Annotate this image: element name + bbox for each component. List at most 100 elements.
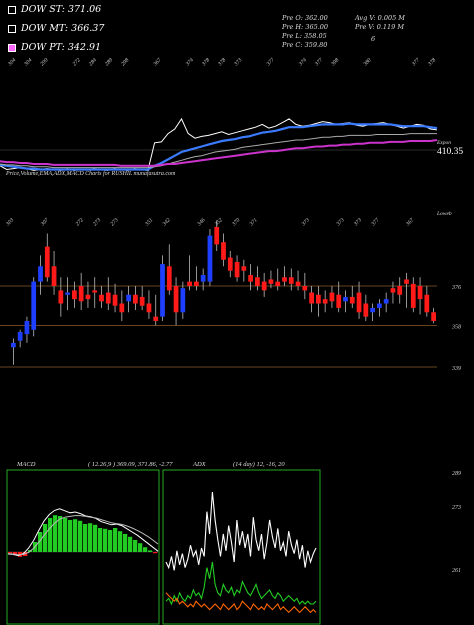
candle-body bbox=[295, 281, 301, 286]
adx-panel bbox=[162, 469, 321, 625]
adx-title: ADX bbox=[192, 461, 207, 468]
candle-body bbox=[31, 281, 37, 330]
chart-title: Price,Volume,EMA,ADX,MACD Charts for RUS… bbox=[5, 170, 176, 177]
candle-body bbox=[65, 292, 70, 295]
candle-body bbox=[214, 226, 220, 245]
macd-hist-bar bbox=[48, 518, 53, 552]
candle-body bbox=[105, 292, 111, 304]
top-value-label: 377 bbox=[265, 57, 276, 68]
candle-body bbox=[119, 303, 125, 313]
candle-body bbox=[72, 290, 77, 300]
top-value-label: 299 bbox=[39, 57, 49, 67]
adx-plus-di-line bbox=[165, 561, 317, 606]
price-line bbox=[0, 117, 438, 171]
right-value-label: 410.35 bbox=[437, 147, 463, 157]
candle-top-label: 346 bbox=[195, 216, 207, 228]
candle-body bbox=[78, 286, 84, 302]
candle-body bbox=[227, 257, 233, 271]
legend-label: DOW MT: bbox=[21, 23, 69, 34]
candle-y-tick: 358 bbox=[451, 324, 461, 330]
candle-top-label: 273 bbox=[92, 217, 102, 227]
candle-body bbox=[370, 307, 375, 313]
candle-body bbox=[316, 294, 321, 304]
macd-y-ticks: 289 273 261 bbox=[452, 471, 461, 574]
prev-volume: Pre V: 0.119 M bbox=[355, 23, 405, 31]
candle-body bbox=[268, 279, 274, 284]
candle-body bbox=[275, 281, 281, 286]
top-value-label: 304 bbox=[22, 56, 34, 68]
candle-top-label: 351 bbox=[144, 217, 155, 228]
ema-long-line bbox=[0, 139, 438, 167]
candle-body bbox=[187, 281, 192, 286]
candle-top-label: 370 bbox=[231, 217, 242, 228]
candle-top-label: 352 bbox=[213, 217, 224, 228]
macd-hist-bar bbox=[148, 550, 153, 552]
candle-body bbox=[248, 275, 253, 282]
candle-body bbox=[336, 294, 342, 308]
ema-mid-line bbox=[0, 133, 437, 169]
macd-hist-bar bbox=[138, 543, 143, 552]
candle-body bbox=[234, 261, 240, 278]
marker-label: 6 bbox=[371, 35, 376, 43]
macd-hist-bar bbox=[43, 524, 48, 552]
candle-body bbox=[11, 342, 16, 348]
candle-top-label: 367 bbox=[404, 217, 415, 228]
legend-swatch-st bbox=[8, 5, 16, 14]
macd-y-tick: 273 bbox=[452, 505, 461, 511]
candle-body bbox=[92, 290, 98, 293]
candle-body bbox=[58, 290, 64, 304]
ema-lines bbox=[0, 117, 438, 171]
legend-swatch-mt bbox=[8, 24, 16, 33]
loweb-label: Loweb bbox=[436, 211, 452, 217]
legend-dow-st: DOW ST: 371.06 bbox=[8, 4, 101, 15]
candle-body bbox=[343, 296, 348, 302]
macd-y-tick: 289 bbox=[452, 471, 461, 477]
macd-hist-bar bbox=[93, 524, 98, 552]
candle-top-label: 303 bbox=[4, 217, 15, 228]
candlesticks bbox=[11, 220, 436, 365]
candle-y-tick: 376 bbox=[451, 285, 461, 291]
candle-body bbox=[112, 294, 118, 306]
top-value-label: 298 bbox=[120, 57, 130, 67]
candle-body bbox=[221, 242, 226, 260]
expon-label: Expon bbox=[436, 140, 451, 146]
candle-top-label: 373 bbox=[352, 217, 363, 228]
ohlc-high: Pre H: 365.00 bbox=[282, 23, 329, 31]
candle-body bbox=[322, 299, 328, 304]
macd-hist-bar bbox=[98, 528, 103, 552]
top-value-label: 284 bbox=[87, 56, 98, 67]
top-value-label: 374 bbox=[183, 56, 195, 68]
top-value-label: 380 bbox=[362, 57, 373, 68]
candle-gridlines bbox=[0, 285, 437, 368]
top-value-label: 378 bbox=[200, 57, 211, 68]
legend-value: 366.37 bbox=[71, 23, 105, 34]
candle-top-label: 371 bbox=[248, 217, 259, 228]
legend-value: 342.91 bbox=[67, 42, 102, 53]
candle-body bbox=[424, 294, 430, 313]
candle-body bbox=[349, 296, 355, 304]
macd-hist-bar bbox=[108, 530, 113, 552]
candle-y-tick: 339 bbox=[451, 366, 461, 372]
candle-body bbox=[383, 299, 389, 304]
candle-top-labels: 303 307 272 273 273 351 342 346 352 370 371 373 373 3… bbox=[4, 216, 415, 228]
top-value-label: 289 bbox=[104, 57, 114, 67]
top-value-label: 378 bbox=[426, 57, 437, 68]
top-value-label: 377 bbox=[410, 57, 421, 68]
ohlc-close: Pre C: 359.80 bbox=[282, 41, 328, 49]
macd-hist-bar bbox=[53, 515, 58, 552]
macd-hist-bar bbox=[68, 520, 73, 552]
top-value-label: 304 bbox=[6, 56, 18, 68]
candle-body bbox=[173, 286, 179, 313]
top-value-label: 377 bbox=[313, 57, 324, 68]
macd-stats: ( 12.26,9 ) 369.09, 371.86, -2.77 bbox=[88, 461, 173, 468]
candle-top-label: 272 bbox=[75, 217, 85, 227]
candle-top-label: 373 bbox=[335, 217, 346, 228]
legend-label: DOW ST: bbox=[21, 4, 65, 15]
adx-stats: (14 day) 12, -16, 20 bbox=[233, 461, 285, 468]
candle-body bbox=[85, 294, 91, 300]
candle-y-ticks: 376 358 339 bbox=[451, 285, 461, 372]
candle-body bbox=[44, 246, 50, 278]
candle-body bbox=[126, 294, 131, 302]
top-value-label: 398 bbox=[330, 57, 341, 68]
candle-body bbox=[166, 266, 172, 291]
